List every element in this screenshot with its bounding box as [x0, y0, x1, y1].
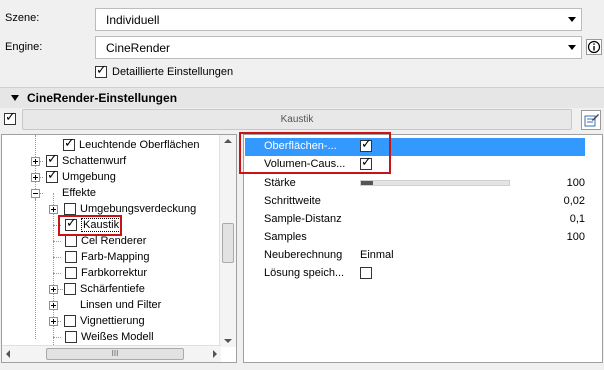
tree-item-label: Leuchtende Oberflächen [79, 139, 200, 151]
tree-item-farb-mapping[interactable]: Farb-Mapping [65, 249, 149, 265]
tree-item-checkbox[interactable] [65, 267, 77, 279]
tree-item-checkbox[interactable] [65, 251, 77, 263]
settings-tree[interactable]: Leuchtende Oberflächen Schattenwurf Umge… [1, 134, 237, 363]
tree-item-checkbox[interactable] [64, 283, 76, 295]
chevron-down-icon [568, 45, 576, 50]
scroll-left-icon[interactable] [6, 350, 10, 358]
section-header[interactable]: CineRender-Einstellungen [0, 87, 604, 108]
prop-row-loesung-speichern[interactable]: Lösung speich... [245, 265, 585, 283]
tree-item-label: Vignettierung [80, 315, 145, 327]
prop-name: Samples [264, 231, 307, 243]
tree-item-label: Schattenwurf [62, 155, 127, 167]
tree-item-label: Linsen und Filter [80, 299, 162, 311]
prop-value[interactable]: 0,02 [505, 195, 585, 207]
highlight-box-kaustik [58, 215, 122, 236]
tree-item-checkbox[interactable] [63, 136, 75, 151]
tree-vertical-scrollbar[interactable] [219, 135, 236, 347]
scroll-up-icon[interactable] [224, 139, 232, 143]
tree-item-checkbox[interactable] [46, 152, 58, 167]
prop-value[interactable]: 100 [505, 177, 585, 189]
tree-item-label: Schärfentiefe [80, 283, 145, 295]
expand-plus-icon[interactable] [49, 316, 58, 326]
detailed-settings-toggle[interactable]: Detaillierte Einstellungen [95, 63, 234, 78]
prop-name: Lösung speich... [264, 267, 345, 279]
szene-value: Individuell [106, 13, 160, 27]
scroll-down-icon[interactable] [224, 339, 232, 343]
highlight-box-caustics-options [239, 132, 391, 174]
tree-horizontal-scrollbar[interactable]: III [2, 345, 221, 362]
tree-item-label: Weißes Modell [81, 331, 154, 343]
detailed-settings-checkbox[interactable] [95, 63, 107, 78]
collapse-triangle-icon[interactable] [11, 95, 19, 101]
expand-plus-icon[interactable] [49, 300, 58, 310]
kaustik-header-bar: Kaustik [22, 109, 572, 130]
prop-name: Neuberechnung [264, 249, 343, 261]
expand-plus-icon[interactable] [49, 204, 58, 214]
prop-name: Sample-Distanz [264, 213, 342, 225]
prop-value[interactable]: Einmal [360, 249, 394, 261]
prop-row-sample-distanz[interactable]: Sample-Distanz 0,1 [245, 211, 585, 229]
slider-fill [361, 181, 373, 185]
prop-name: Schrittweite [264, 195, 321, 207]
szene-label: Szene: [5, 12, 40, 24]
scroll-thumb[interactable] [222, 223, 234, 263]
tree-item-label: Umgebung [62, 171, 116, 183]
expand-plus-icon[interactable] [31, 172, 40, 182]
tree-item-farbkorrektur[interactable]: Farbkorrektur [65, 265, 147, 281]
tree-item-linsen-und-filter[interactable]: Linsen und Filter [49, 297, 161, 313]
scroll-right-icon[interactable] [213, 350, 217, 358]
tree-item-checkbox[interactable] [65, 331, 77, 343]
tree-item-label: Cel Renderer [81, 235, 147, 247]
tree-item-checkbox[interactable] [64, 315, 76, 327]
prop-checkbox[interactable] [360, 267, 372, 280]
prop-name: Stärke [264, 177, 296, 189]
tree-item-schattenwurf[interactable]: Schattenwurf [31, 152, 127, 169]
tree-item-effekte[interactable]: Effekte [31, 185, 96, 201]
tree-item-label: Umgebungsverdeckung [80, 203, 197, 215]
tree-item-weisses-modell[interactable]: Weißes Modell [65, 329, 154, 345]
tree-item-checkbox[interactable] [46, 168, 58, 183]
prop-value[interactable]: 0,1 [505, 213, 585, 225]
staerke-slider[interactable] [360, 180, 510, 186]
tree-item-label: Farbkorrektur [81, 267, 148, 279]
tree-item-label: Farb-Mapping [81, 251, 150, 263]
info-icon[interactable] [586, 39, 602, 55]
tree-item-umgebung[interactable]: Umgebung [31, 168, 116, 185]
prop-row-schrittweite[interactable]: Schrittweite 0,02 [245, 193, 585, 211]
szene-dropdown[interactable]: Individuell [95, 8, 582, 31]
tree-item-checkbox[interactable] [64, 203, 76, 215]
engine-value: CineRender [106, 41, 171, 55]
tree-item-schaerfentiefe[interactable]: Schärfentiefe [49, 281, 145, 297]
collapse-minus-icon[interactable] [31, 188, 40, 198]
edit-settings-icon[interactable] [581, 110, 601, 130]
expand-plus-icon[interactable] [49, 284, 58, 294]
kaustik-bar-checkbox[interactable] [4, 110, 16, 126]
scroll-thumb-horizontal[interactable]: III [46, 348, 184, 360]
prop-value[interactable]: 100 [505, 231, 585, 243]
engine-dropdown[interactable]: CineRender [95, 36, 582, 59]
engine-label: Engine: [5, 41, 43, 53]
detailed-settings-label: Detaillierte Einstellungen [112, 66, 234, 78]
tree-item-checkbox[interactable] [65, 235, 77, 247]
section-title: CineRender-Einstellungen [27, 91, 178, 105]
chevron-down-icon [568, 17, 576, 22]
tree-item-leuchtende-oberflaechen[interactable]: Leuchtende Oberflächen [63, 136, 200, 153]
prop-row-staerke[interactable]: Stärke 100 [245, 175, 585, 193]
prop-row-neuberechnung[interactable]: Neuberechnung Einmal [245, 247, 585, 265]
tree-item-label: Effekte [62, 187, 97, 199]
tree-item-vignettierung[interactable]: Vignettierung [49, 313, 145, 329]
prop-row-samples[interactable]: Samples 100 [245, 229, 585, 247]
expand-plus-icon[interactable] [31, 156, 40, 166]
